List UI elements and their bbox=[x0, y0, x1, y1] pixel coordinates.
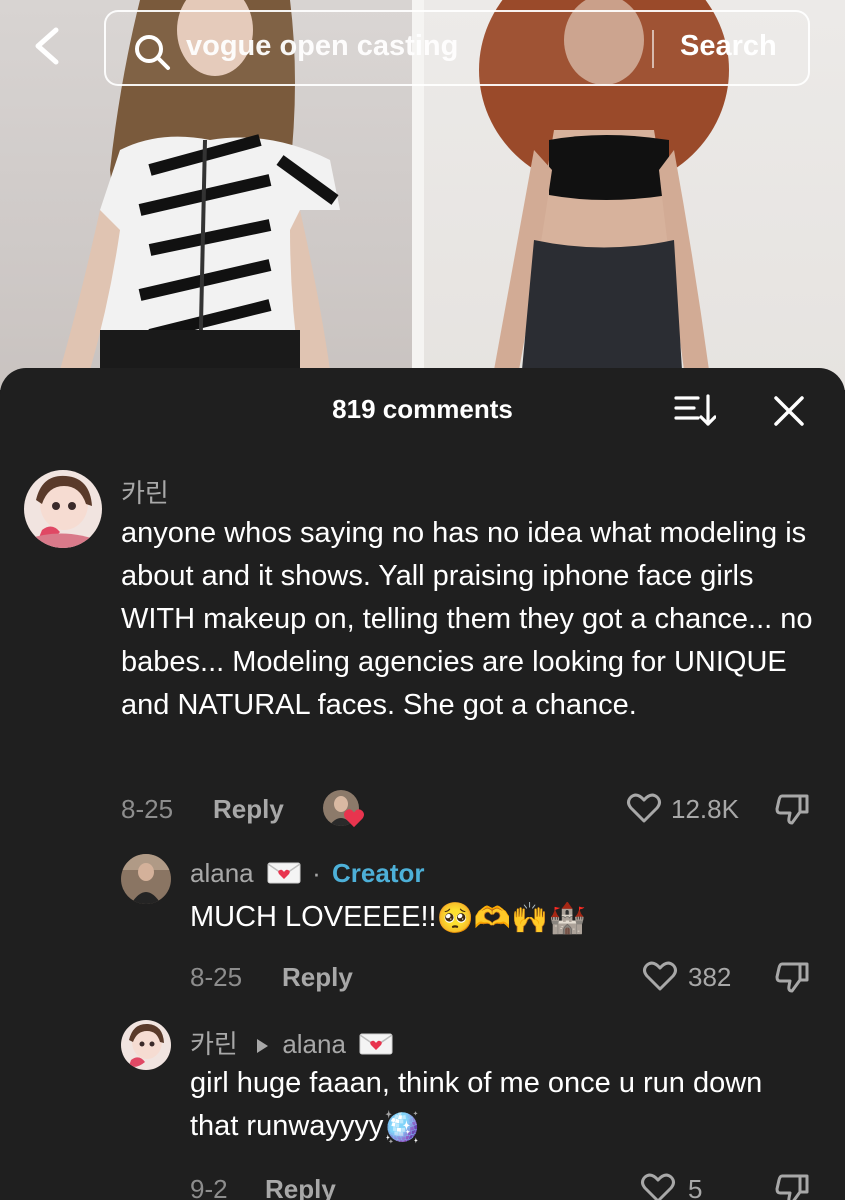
disco-ball-emoji: 🪩 bbox=[383, 1110, 421, 1145]
separator-dot: · bbox=[312, 858, 321, 888]
like-count: 382 bbox=[688, 962, 732, 992]
sort-icon[interactable] bbox=[674, 392, 716, 428]
comment-username[interactable]: alana bbox=[190, 858, 254, 888]
comment-text: anyone whos saying no has no idea what m… bbox=[121, 517, 813, 721]
comment-date: 9-2 bbox=[190, 1174, 228, 1200]
reply-button[interactable]: Reply bbox=[265, 1174, 336, 1200]
comments-sheet: 819 comments 카린 anyone whos saying no ha… bbox=[0, 368, 845, 1200]
back-button[interactable] bbox=[26, 24, 70, 68]
like-count: 5 bbox=[688, 1174, 703, 1200]
dislike-icon[interactable] bbox=[774, 792, 810, 826]
like-count: 12.8K bbox=[671, 794, 739, 824]
avatar[interactable] bbox=[121, 1020, 171, 1070]
video-preview[interactable]: vogue open casting Search bbox=[0, 0, 845, 390]
comment-text-line: MUCH LOVEEEE!!🥺🫶🙌🏰 bbox=[190, 896, 830, 940]
avatar[interactable] bbox=[121, 854, 171, 904]
reply-to-username[interactable]: alana bbox=[282, 1029, 346, 1059]
comment-date: 8-25 bbox=[190, 962, 243, 992]
avatar[interactable] bbox=[24, 470, 102, 548]
comment-text: girl huge faaan, think of me once u run … bbox=[190, 1067, 763, 1142]
envelope-heart-icon bbox=[267, 862, 301, 884]
comment-username[interactable]: 카린 bbox=[190, 1029, 238, 1059]
like-icon[interactable] bbox=[640, 1172, 676, 1200]
like-icon[interactable] bbox=[626, 792, 662, 824]
emoji-reaction: 🥺🫶🙌🏰 bbox=[436, 901, 586, 936]
reply-arrow-icon bbox=[257, 1039, 269, 1053]
search-button[interactable]: Search bbox=[680, 30, 777, 63]
search-icon bbox=[135, 35, 170, 70]
reply-button[interactable]: Reply bbox=[213, 794, 284, 825]
dislike-icon[interactable] bbox=[774, 1172, 810, 1200]
reply-header: alana · Creator bbox=[190, 858, 424, 889]
search-bar[interactable]: vogue open casting Search bbox=[104, 10, 810, 86]
comment-text: MUCH LOVEEEE!! bbox=[190, 901, 437, 933]
comment-date: 8-25 bbox=[121, 794, 174, 824]
close-icon[interactable] bbox=[772, 394, 806, 428]
dislike-icon[interactable] bbox=[774, 960, 810, 994]
reply-button[interactable]: Reply bbox=[282, 962, 353, 993]
like-icon[interactable] bbox=[642, 960, 678, 992]
creator-badge: Creator bbox=[332, 858, 425, 888]
search-separator bbox=[652, 30, 654, 68]
envelope-heart-icon bbox=[359, 1033, 393, 1055]
reply-header: 카린 alana bbox=[190, 1024, 393, 1061]
comment-text-line: girl huge faaan, think of me once u run … bbox=[190, 1062, 810, 1149]
search-input[interactable]: vogue open casting bbox=[186, 30, 458, 63]
comment-username[interactable]: 카린 bbox=[121, 473, 169, 510]
chevron-left-icon bbox=[35, 27, 59, 65]
comments-count-title: 819 comments bbox=[332, 394, 513, 424]
heart-icon bbox=[344, 809, 364, 828]
